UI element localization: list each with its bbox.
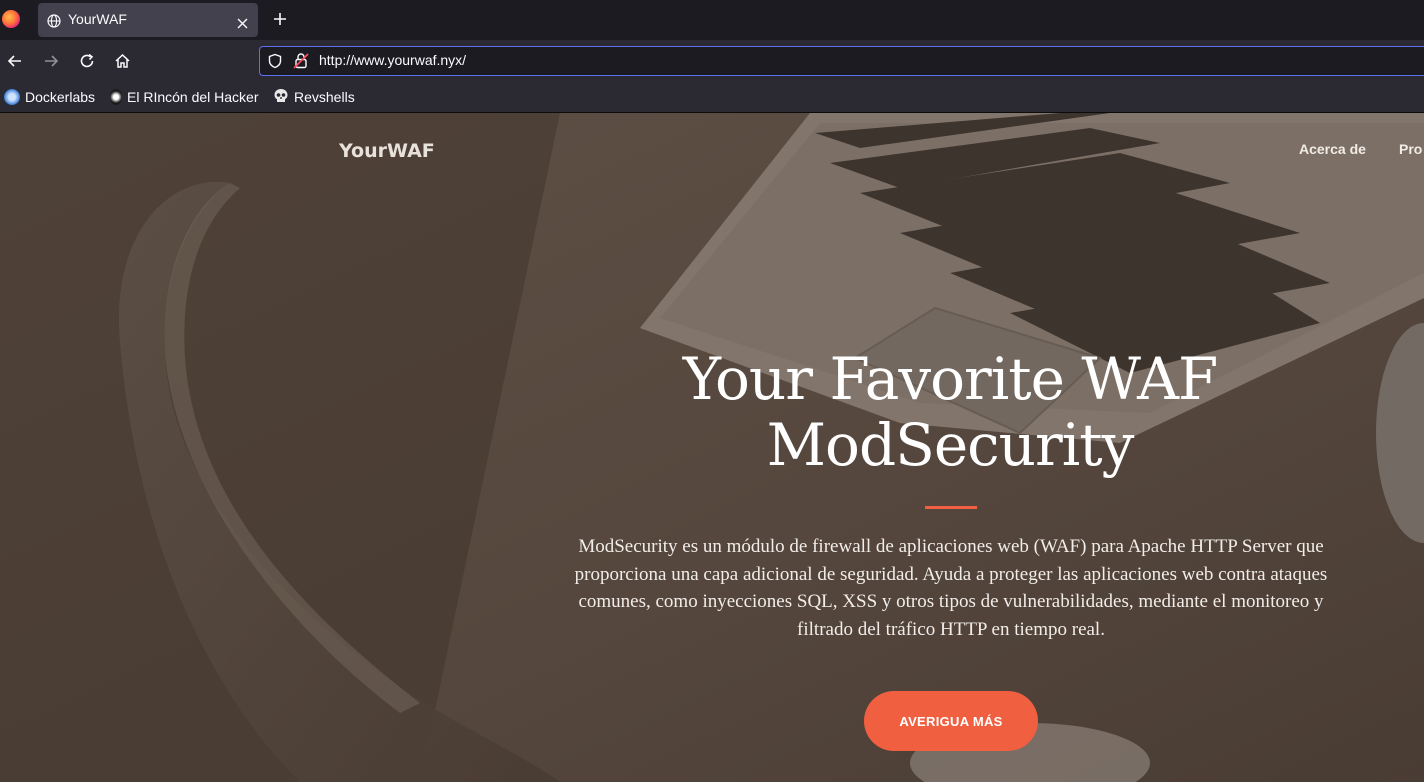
bookmark-label: El RIncón del Hacker bbox=[127, 89, 259, 105]
browser-tab-strip: YourWAF bbox=[0, 0, 1424, 40]
nav-link-pro[interactable]: Pro bbox=[1399, 141, 1422, 157]
firefox-logo-icon[interactable] bbox=[2, 10, 20, 28]
bookmark-hacker[interactable]: El RIncón del Hacker bbox=[110, 88, 259, 106]
insecure-lock-icon[interactable] bbox=[293, 52, 309, 73]
skull-icon bbox=[273, 88, 289, 107]
hero-divider bbox=[925, 506, 977, 509]
shield-icon[interactable] bbox=[267, 53, 283, 73]
reload-icon[interactable] bbox=[79, 53, 95, 73]
bookmark-label: Dockerlabs bbox=[25, 89, 96, 105]
bookmark-revshells[interactable]: Revshells bbox=[273, 88, 355, 106]
new-tab-icon[interactable] bbox=[272, 11, 288, 31]
hero-description: ModSecurity es un módulo de firewall de … bbox=[574, 536, 1328, 640]
hacker-icon bbox=[110, 89, 122, 105]
tab-title: YourWAF bbox=[68, 11, 127, 27]
back-arrow-icon[interactable] bbox=[7, 53, 23, 73]
forward-arrow-icon[interactable] bbox=[43, 53, 59, 73]
globe-icon bbox=[47, 13, 61, 32]
browser-tab[interactable]: YourWAF bbox=[38, 3, 258, 37]
bookmark-dockerlabs[interactable]: Dockerlabs bbox=[4, 88, 95, 106]
dockerlabs-icon bbox=[4, 89, 20, 105]
url-bar[interactable]: http://www.yourwaf.nyx/ bbox=[259, 46, 1424, 76]
home-icon[interactable] bbox=[114, 53, 131, 73]
site-brand[interactable]: YourWAF bbox=[339, 140, 435, 162]
hero-title-line2: ModSecurity bbox=[766, 411, 1135, 479]
browser-navigation-bar: http://www.yourwaf.nyx/ bbox=[0, 40, 1424, 82]
web-page: YourWAF Acerca de Pro Your Favorite WAF … bbox=[0, 113, 1424, 782]
hero-title: Your Favorite WAF ModSecurity bbox=[640, 346, 1260, 478]
bookmark-label: Revshells bbox=[294, 89, 355, 105]
averigua-mas-button[interactable]: AVERIGUA MÁS bbox=[864, 691, 1038, 751]
url-text[interactable]: http://www.yourwaf.nyx/ bbox=[319, 52, 466, 68]
nav-link-acerca[interactable]: Acerca de bbox=[1299, 141, 1366, 157]
hero-title-line1: Your Favorite WAF bbox=[682, 345, 1218, 413]
close-tab-icon[interactable] bbox=[237, 14, 248, 33]
bookmarks-toolbar: Dockerlabs El RIncón del Hacker Revshell… bbox=[0, 82, 1424, 113]
